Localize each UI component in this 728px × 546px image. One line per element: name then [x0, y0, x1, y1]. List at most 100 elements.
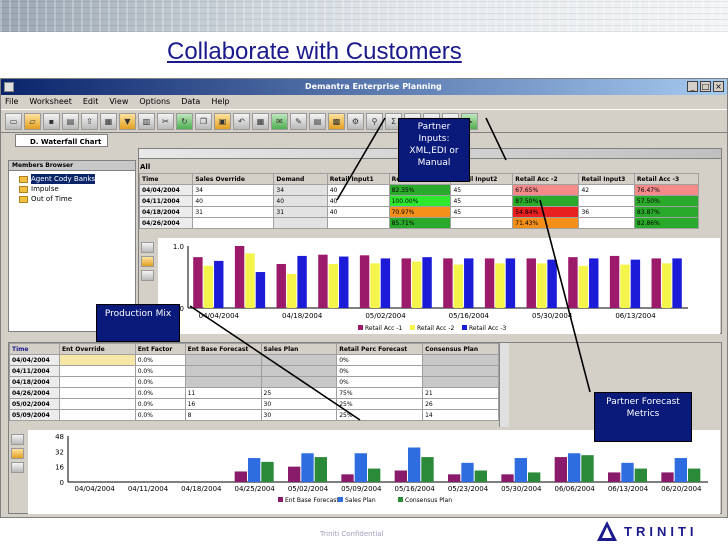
- x-tick-label: 04/04/2004: [74, 485, 115, 493]
- column-header[interactable]: Ent Override: [58, 343, 136, 355]
- calculator-icon[interactable]: ▩: [328, 112, 345, 130]
- legend-swatch: [462, 325, 467, 330]
- bar: [526, 258, 536, 308]
- bar: [620, 264, 630, 308]
- x-tick-label: 05/23/2004: [448, 485, 489, 493]
- menu-edit[interactable]: Edit: [83, 95, 99, 109]
- column-header[interactable]: Time: [9, 343, 60, 355]
- bar: [651, 258, 661, 308]
- column-header[interactable]: Ent Factor: [134, 343, 186, 355]
- undo-icon[interactable]: ↶: [233, 112, 250, 130]
- menu-help[interactable]: Help: [211, 95, 229, 109]
- x-tick-label: 05/30/2004: [532, 312, 573, 320]
- bar-chart-icon[interactable]: [11, 434, 24, 445]
- chart-icon[interactable]: ▥: [138, 112, 155, 130]
- x-tick-label: 06/13/2004: [615, 312, 656, 320]
- copy-icon[interactable]: ❐: [195, 112, 212, 130]
- column-header[interactable]: Sales Plan: [260, 343, 338, 355]
- tab-waterfall-chart[interactable]: D. Waterfall Chart: [15, 134, 109, 147]
- bar: [354, 453, 367, 482]
- column-header[interactable]: Time: [138, 173, 194, 185]
- legend-label: Ent Base Forecast: [285, 497, 339, 504]
- member-item[interactable]: Agent Cody Banks: [9, 174, 135, 184]
- menu-file[interactable]: File: [5, 95, 18, 109]
- tools-icon[interactable]: ⚙: [347, 112, 364, 130]
- app-icon: [4, 82, 14, 92]
- x-tick-label: 05/30/2004: [501, 485, 542, 493]
- column-header[interactable]: Consensus Plan: [422, 343, 499, 355]
- bar: [688, 468, 701, 482]
- callout-partner-inputs: Partner Inputs: XML,EDI or Manual: [398, 118, 470, 182]
- notes-icon[interactable]: ✎: [290, 112, 307, 130]
- column-header[interactable]: Ent Base Forecast: [184, 343, 262, 355]
- x-tick-label: 05/02/2004: [365, 312, 406, 320]
- bar: [408, 447, 421, 482]
- bar: [248, 458, 261, 482]
- toolbar: ▭ ▱ ▪ ▤ ⇪ ▦ ▼ ▥ ✂ ↻ ❐ ▣ ↶ ▦ ✉ ✎ ▤ ▩ ⚙ ⚲ …: [1, 109, 727, 133]
- maximize-button[interactable]: □: [700, 81, 711, 92]
- bar: [547, 259, 557, 308]
- menu-data[interactable]: Data: [181, 95, 200, 109]
- bar: [401, 258, 411, 308]
- column-header[interactable]: Retail Input1: [326, 173, 390, 185]
- legend-swatch: [410, 325, 415, 330]
- bar: [318, 254, 328, 308]
- menu-options[interactable]: Options: [139, 95, 170, 109]
- menu-view[interactable]: View: [109, 95, 128, 109]
- bar: [422, 257, 432, 308]
- bar: [339, 256, 349, 308]
- x-tick-label: 06/13/2004: [608, 485, 649, 493]
- export-icon[interactable]: ⇪: [81, 112, 98, 130]
- column-header[interactable]: Retail Acc -2: [512, 173, 580, 185]
- bar: [255, 272, 266, 308]
- open-folder-icon[interactable]: ▱: [24, 112, 41, 130]
- legend-label: Consensus Plan: [405, 497, 452, 504]
- bar: [245, 253, 255, 308]
- member-item[interactable]: Out of Time: [9, 194, 135, 204]
- column-header[interactable]: Sales Override: [192, 173, 275, 185]
- bar: [505, 258, 516, 308]
- slide-banner: [0, 0, 728, 32]
- x-tick-label: 05/02/2004: [288, 485, 329, 493]
- bar: [661, 263, 672, 308]
- close-button[interactable]: ×: [713, 81, 724, 92]
- grid-icon[interactable]: ▦: [252, 112, 269, 130]
- table-icon[interactable]: ▤: [309, 112, 326, 130]
- cut-icon[interactable]: ✂: [157, 112, 174, 130]
- paste-icon[interactable]: ▣: [214, 112, 231, 130]
- bar-chart-icon[interactable]: [141, 242, 154, 253]
- report-icon[interactable]: ▦: [100, 112, 117, 130]
- x-tick-label: 04/04/2004: [199, 312, 240, 320]
- callout-production-mix: Production Mix: [96, 304, 180, 342]
- bar: [528, 472, 541, 482]
- column-header[interactable]: Retail Input3: [578, 173, 635, 185]
- refresh-icon[interactable]: ↻: [176, 112, 193, 130]
- company-logo: TRINITI: [596, 520, 698, 542]
- table-row: 04/04/2004 0.0% 0%: [9, 354, 499, 366]
- minimize-button[interactable]: _: [687, 81, 698, 92]
- bar: [536, 263, 547, 308]
- column-header[interactable]: Retail Perc Forecast: [336, 343, 424, 355]
- chart-type-icon[interactable]: [141, 256, 154, 267]
- menu-worksheet[interactable]: Worksheet: [29, 95, 71, 109]
- bar: [634, 468, 647, 482]
- y-tick-label: 0: [60, 479, 64, 487]
- save-icon[interactable]: ▪: [43, 112, 60, 130]
- legend-swatch: [278, 497, 283, 502]
- chart-settings-icon[interactable]: [141, 270, 154, 281]
- mail-icon[interactable]: ✉: [271, 112, 288, 130]
- table-row: 04/04/2004 34 34 40 82.35% 45 67.65% 42 …: [138, 184, 700, 196]
- filter-icon[interactable]: ▼: [119, 112, 136, 130]
- member-item[interactable]: Impulse: [9, 184, 135, 194]
- logo-mark-icon: [597, 521, 617, 541]
- filter2-icon[interactable]: ⚲: [366, 112, 383, 130]
- column-header[interactable]: Retail Acc -3: [633, 173, 700, 185]
- bar: [443, 258, 453, 308]
- production-mix-chart: 48 32 16 0 04/04/2004 04/11/2004 04/18/2004 04/…: [28, 430, 720, 514]
- column-header[interactable]: Demand: [273, 173, 328, 185]
- chart-settings-icon[interactable]: [11, 462, 24, 473]
- print-icon[interactable]: ▤: [62, 112, 79, 130]
- new-icon[interactable]: ▭: [5, 112, 22, 130]
- chart-type-icon[interactable]: [11, 448, 24, 459]
- grid-scrollbar[interactable]: [499, 343, 509, 427]
